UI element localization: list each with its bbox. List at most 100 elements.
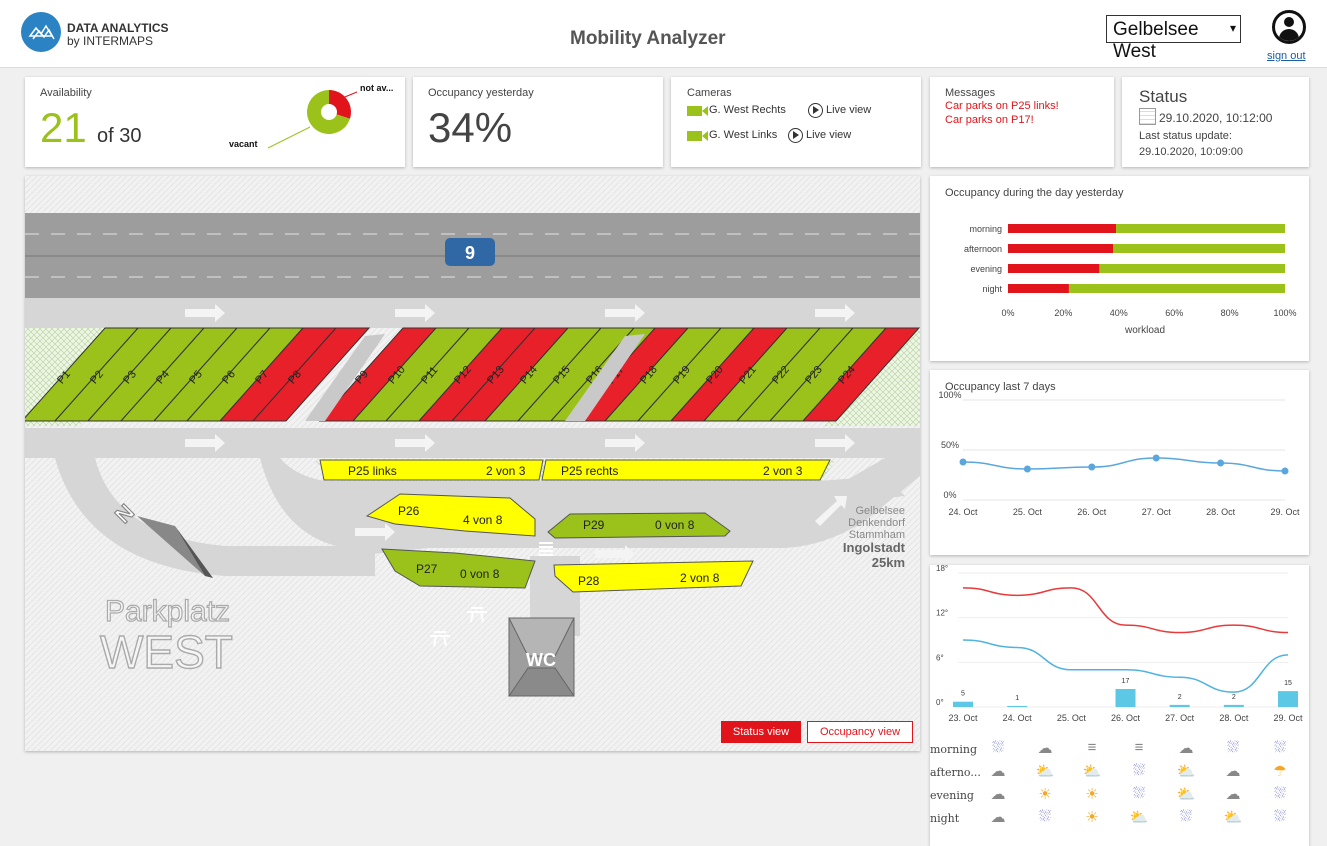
occupancy-view-button[interactable]: Occupancy view [807,721,913,743]
road-number: 9 [465,243,475,263]
lot-name-line2: WEST [100,626,233,678]
availability-of-text: of 30 [97,125,142,147]
occupancy-yesterday-value: 34% [428,104,513,151]
parking-spots: P1 P2 P3 P4 P5 P6 P7 P8 P9 P10 P11 P12 P13 P14 P15 P16 P… [20,327,921,422]
direction-line: Denkendorf [848,517,906,529]
x-tick-label: 27. Oct [1142,507,1172,517]
zone-name: P27 [416,562,438,576]
x-tick-label: 25. Oct [1057,713,1087,723]
day-occupancy-chart: Occupancy during the day yesterday morni… [945,187,1297,336]
precip-bar [1278,691,1298,707]
bar-label: 2 [1178,694,1182,701]
bar-label: 5 [961,691,965,698]
location-select[interactable]: Gelbelsee West ▾ [1106,15,1241,62]
last-update-value: 29.10.2020, 10:09:00 [1139,146,1243,158]
parking-map-card: 9 P1 P2 P3 P4 P5 P6 P7 P8 P9 P10 P11 P12 P13 P14 P15 P1… [20,176,921,751]
data-point [1023,465,1031,473]
x-tick-label: 29. Oct [1270,507,1300,517]
wc-building: WC [508,617,575,697]
rain-icon: ⛆ [1038,808,1051,825]
play-icon[interactable] [808,103,823,118]
week-occupancy-plot: 0% 50% 100% 24. Oct 25. Oct 26. Oct 27. Oct 28.… [938,390,1300,517]
temperature-line [962,587,1289,634]
fog-icon: ≡ [1134,739,1144,756]
zone-count: 0 von 8 [655,518,695,532]
sun-cloud-icon: ⛅ [1129,809,1149,826]
occupancy-yesterday-label: Occupancy yesterday [428,87,534,99]
sun-rain-icon: ☂ [1273,763,1287,780]
message-item: Car parks on P25 links! [945,100,1059,112]
precip-bar [1169,704,1190,707]
y-tick-label: 12° [936,609,948,618]
play-icon[interactable] [788,128,803,143]
sun-cloud-icon: ⛅ [1082,763,1102,780]
message-item: Car parks on P17! [945,114,1034,126]
bar-segment [1113,244,1285,253]
availability-pie: not av... vacant [229,83,393,149]
weather-row-label: evening [930,789,974,802]
zone-count: 2 von 3 [486,464,526,478]
direction-distance: 25km [872,555,905,570]
lane-top [25,298,920,328]
precip-bar [1007,705,1028,707]
status-label: Status [1139,87,1188,106]
zone-name: P25 rechts [561,464,618,478]
rain-icon: ⛆ [991,739,1004,756]
camera-name: G. West Rechts [709,104,786,116]
sun-cloud-icon: ⛅ [1035,763,1055,780]
sun-cloud-icon: ⛅ [1176,763,1196,780]
sun-icon: ☀ [1038,786,1052,803]
precip-bar [1115,689,1136,707]
live-view-link[interactable]: Live view [826,104,871,116]
rain-icon: ⛆ [1132,762,1145,779]
cloud-icon: ☁ [1225,786,1241,803]
camera-name: G. West Links [709,129,778,141]
live-view-link[interactable]: Live view [806,129,851,141]
x-tick-label: 26. Oct [1111,713,1141,723]
series-line [962,457,1286,472]
y-tick-label: 0% [943,490,956,500]
x-tick-label: 25. Oct [1013,507,1043,517]
x-tick-label: 23. Oct [948,713,978,723]
bar-label: 15 [1284,680,1292,687]
zone-name: P28 [578,574,600,588]
user-avatar-icon[interactable] [1272,10,1306,44]
status-view-button[interactable]: Status view [721,721,801,743]
bar-segment [1008,284,1069,293]
camera-icon [687,106,702,116]
camera-lens-icon [702,106,708,116]
pie-hole [321,104,337,120]
direction-city: Ingolstadt [843,540,906,555]
rain-icon: ⛆ [1273,785,1286,802]
bar-label: 1 [1015,695,1019,702]
cloud-icon: ☁ [1178,740,1194,757]
y-tick-label: 18° [936,565,948,573]
weather-plot: 0° 6° 12° 18° 5 1 17 2 2 15 23. Oct 24. Oct 25. Oct 2… [936,564,1303,723]
precip-bar [1223,704,1244,707]
data-point [1088,463,1096,471]
brand-logo-icon[interactable] [21,12,61,52]
data-point [1217,459,1225,467]
page-title: Mobility Analyzer [570,28,726,49]
category-label: evening [970,264,1002,274]
wc-label: WC [526,650,556,670]
messages-label: Messages [945,87,996,99]
cloud-icon: ☁ [1037,740,1053,757]
chevron-down-icon: ▾ [1229,21,1236,35]
x-tick-label: 29. Oct [1273,713,1303,723]
sign-out-link[interactable]: sign out [1267,50,1306,62]
parking-map: 9 P1 P2 P3 P4 P5 P6 P7 P8 P9 P10 P11 P12 P13 P14 P15 P1… [20,176,921,751]
sun-icon: ☀ [1085,809,1099,826]
cloud-icon: ☁ [1225,763,1241,780]
tick-label: 0% [1001,308,1014,318]
x-tick-label: 28. Oct [1219,713,1249,723]
zone-count: 2 von 3 [763,464,803,478]
lot-name-line1: Parkplatz [105,595,230,628]
zone-count: 0 von 8 [460,567,500,581]
rain-icon: ⛆ [1273,739,1286,756]
tick-label: 100% [1273,308,1296,318]
y-tick-label: 6° [936,653,944,662]
day-occupancy-plot: morning afternoon evening night 0% 20% 40% 60% 8… [964,224,1297,318]
rain-icon: ⛆ [1273,808,1286,825]
zone-p29[interactable] [547,512,731,539]
